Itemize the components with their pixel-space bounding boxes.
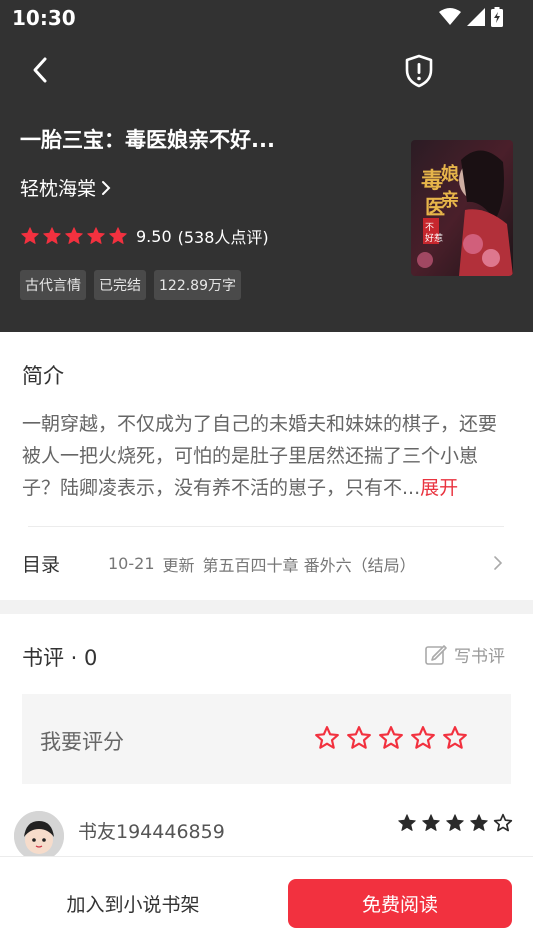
book-tags: 古代言情 已完结 122.89万字 — [20, 270, 241, 300]
back-button[interactable] — [22, 52, 58, 88]
signal-icon — [467, 8, 485, 26]
write-review-button[interactable]: 写书评 — [424, 642, 505, 667]
toc-label: 目录 — [22, 554, 61, 576]
book-cover: 毒 娘 医 亲 不 好惹 — [411, 140, 513, 276]
star-icon — [398, 814, 416, 831]
tag-status: 已完结 — [94, 270, 146, 300]
add-to-shelf-button[interactable]: 加入到小说书架 — [0, 879, 266, 927]
chevron-left-icon — [33, 57, 47, 83]
review-title: 书评 · 0 — [22, 646, 98, 670]
star-icon — [422, 814, 440, 831]
svg-text:娘: 娘 — [441, 163, 459, 185]
rating-row: 9.50 (538人点评) — [20, 224, 269, 248]
reviewer-rating-stars — [397, 813, 513, 833]
star-icon — [470, 814, 488, 831]
book-header: 10:30 一胎三宝：毒医娘亲不好... 轻枕海棠 9.50 (538人点评) … — [0, 0, 533, 332]
review-item: 书友194446859 — [0, 799, 533, 861]
read-free-button[interactable]: 免费阅读 — [288, 879, 512, 928]
shield-alert-icon — [405, 54, 433, 88]
star-icon — [87, 227, 105, 244]
star-icon — [446, 814, 464, 831]
svg-text:亲: 亲 — [441, 189, 459, 211]
star-outline-icon[interactable] — [346, 725, 372, 751]
battery-icon — [491, 7, 503, 27]
book-title: 一胎三宝：毒医娘亲不好... — [20, 128, 275, 152]
intro-section: 简介 一朝穿越，不仅成为了自己的未婚夫和妹妹的棋子，还要被人一把火烧死，可怕的是… — [0, 332, 533, 600]
status-bar: 10:30 — [0, 0, 533, 36]
star-icon — [109, 227, 127, 244]
write-review-label: 写书评 — [454, 647, 505, 667]
svg-text:不: 不 — [425, 222, 434, 233]
chevron-right-icon — [494, 556, 503, 570]
review-section: 书评 · 0 写书评 我要评分 书友194446859 — [0, 614, 533, 874]
svg-text:好惹: 好惹 — [425, 232, 443, 244]
star-outline-icon[interactable] — [378, 725, 404, 751]
star-outline-icon[interactable] — [442, 725, 468, 751]
avatar — [14, 811, 64, 861]
tag-wordcount: 122.89万字 — [154, 270, 241, 300]
reviewer-name: 书友194446859 — [78, 821, 225, 843]
edit-icon — [425, 644, 447, 665]
bottom-bar: 加入到小说书架 免费阅读 — [0, 856, 533, 947]
wifi-icon — [439, 8, 461, 25]
expand-link[interactable]: 展开 — [420, 477, 458, 499]
rating-count: (538人点评) — [177, 228, 269, 247]
star-icon — [21, 227, 39, 244]
star-icon — [43, 227, 61, 244]
rate-stars[interactable] — [314, 725, 468, 751]
toc-latest-chapter: 第五百四十章 番外六（结局） — [202, 555, 416, 575]
star-half-icon — [493, 813, 513, 832]
toc-date: 10-21 — [108, 554, 155, 573]
rating-stars — [20, 226, 128, 246]
star-outline-icon[interactable] — [410, 725, 436, 751]
star-icon — [65, 227, 83, 244]
author-name: 轻枕海棠 — [20, 178, 97, 200]
rate-box: 我要评分 — [22, 694, 511, 784]
rating-score: 9.50 — [136, 226, 172, 246]
toc-update: 更新 — [162, 555, 195, 575]
intro-text: 一朝穿越，不仅成为了自己的未婚夫和妹妹的棋子，还要被人一把火烧死，可怕的是肚子里… — [22, 408, 512, 504]
report-button[interactable] — [400, 52, 438, 90]
intro-title: 简介 — [22, 364, 64, 388]
system-icons — [439, 7, 503, 27]
tag-genre[interactable]: 古代言情 — [20, 270, 86, 300]
status-time: 10:30 — [12, 6, 76, 30]
toc-row[interactable]: 目录 10-21 更新 第五百四十章 番外六（结局） — [0, 527, 533, 600]
star-outline-icon[interactable] — [314, 725, 340, 751]
chevron-right-icon — [102, 180, 111, 195]
svg-text:毒: 毒 — [421, 168, 443, 194]
author-link[interactable]: 轻枕海棠 — [20, 174, 112, 201]
rate-label: 我要评分 — [40, 730, 124, 754]
